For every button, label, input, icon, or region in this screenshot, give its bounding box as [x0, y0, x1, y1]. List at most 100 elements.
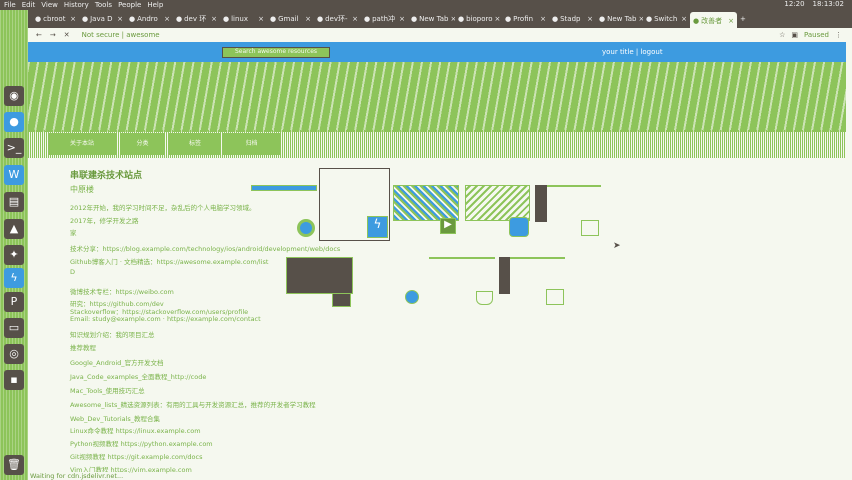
- launcher: ◉ ● >_ W ▤ ▲ ✦ ϟ P ▭ ◎ ▪ 🗑: [0, 10, 28, 480]
- nav-tags[interactable]: 标签: [169, 133, 221, 155]
- close-icon[interactable]: ×: [399, 15, 405, 23]
- close-icon[interactable]: ×: [164, 15, 170, 23]
- favicon-icon: ●: [35, 15, 42, 23]
- new-tab-button[interactable]: +: [737, 12, 751, 26]
- favicon-icon: ●: [270, 15, 277, 23]
- thumbnail[interactable]: [535, 185, 547, 222]
- address-bar: ← → ✕ Not secure | awesome ☆ ▣ Paused ⋮: [28, 28, 852, 42]
- user-links[interactable]: your title | logout: [602, 48, 663, 56]
- chrome-thumb-icon[interactable]: [405, 290, 419, 304]
- play-icon[interactable]: ▶: [440, 218, 456, 234]
- close-icon[interactable]: ×: [305, 15, 311, 23]
- extension-icon[interactable]: ▣: [791, 31, 798, 39]
- thumbnail[interactable]: [393, 185, 459, 221]
- content-line[interactable]: Linux命令教程 https://linux.example.com: [70, 425, 201, 435]
- tab-label: Switch: [654, 15, 678, 23]
- close-icon[interactable]: ×: [587, 15, 593, 23]
- content-line[interactable]: Java_Code_examples_全面教程_http://code: [70, 371, 206, 381]
- ubuntu-icon[interactable]: ◉: [4, 86, 24, 106]
- back-icon[interactable]: ←: [36, 31, 42, 39]
- thumbnail[interactable]: [429, 257, 495, 259]
- chrome-thumb-icon[interactable]: [297, 219, 315, 237]
- browser-tab[interactable]: ● dev环- ×: [314, 12, 361, 26]
- bookmark-star-icon[interactable]: ☆: [779, 31, 785, 39]
- disk-icon[interactable]: ▭: [4, 318, 24, 338]
- pycharm-icon[interactable]: ϟ: [4, 268, 24, 288]
- nav-about[interactable]: 关于本站: [48, 133, 116, 155]
- system-status[interactable]: 12:20: [784, 0, 804, 8]
- android-studio-icon[interactable]: ✦: [4, 245, 24, 265]
- browser-tab[interactable]: ● cbroot ×: [32, 12, 79, 26]
- terminal-icon[interactable]: [332, 293, 351, 307]
- thumbnail[interactable]: [465, 185, 530, 221]
- browser-tab[interactable]: ● Java D ×: [79, 12, 126, 26]
- thumbnail[interactable]: [251, 185, 317, 191]
- browser-tab[interactable]: ● Switch ×: [643, 12, 690, 26]
- url-field[interactable]: Not secure | awesome: [82, 31, 160, 39]
- tab-label: Profin: [513, 15, 534, 23]
- browser-tab[interactable]: ● linux ×: [220, 12, 267, 26]
- chrome-icon[interactable]: ●: [4, 112, 24, 132]
- menu-help[interactable]: Help: [147, 1, 163, 9]
- menu-people[interactable]: People: [118, 1, 141, 9]
- browser-tab[interactable]: ● New Tab ×: [408, 12, 455, 26]
- browser-tab[interactable]: ● dev 环 ×: [173, 12, 220, 26]
- article-subtitle: 中原楼: [70, 185, 94, 194]
- browser-tab[interactable]: ● bioporo ×: [455, 12, 502, 26]
- browser-tab[interactable]: ● New Tab ×: [596, 12, 643, 26]
- menu-view[interactable]: View: [41, 1, 58, 9]
- tab-label: Andro: [137, 15, 158, 23]
- tab-label: Gmail: [278, 15, 299, 23]
- pycharm-thumb-icon[interactable]: ϟ: [367, 216, 388, 238]
- close-icon[interactable]: ×: [495, 15, 501, 23]
- content-line[interactable]: 微博技术专栏：https://weibo.com: [70, 286, 174, 296]
- nav-archive[interactable]: 归档: [223, 133, 280, 155]
- browser-tab[interactable]: ● path冲 ×: [361, 12, 408, 26]
- menu-edit[interactable]: Edit: [22, 1, 36, 9]
- content-line[interactable]: 技术分享：https://blog.example.com/technology…: [70, 243, 340, 253]
- menu-file[interactable]: File: [4, 1, 16, 9]
- close-icon[interactable]: ×: [258, 15, 264, 23]
- close-icon[interactable]: ×: [728, 17, 734, 25]
- profile-button[interactable]: Paused: [804, 31, 829, 39]
- browser-tab[interactable]: ● Profin ×: [502, 12, 549, 26]
- close-icon[interactable]: ×: [540, 15, 546, 23]
- browser-tab[interactable]: ● Andro ×: [126, 12, 173, 26]
- terminal-icon[interactable]: >_: [4, 138, 24, 158]
- close-icon[interactable]: ×: [352, 15, 358, 23]
- close-icon[interactable]: ×: [211, 15, 217, 23]
- tab-label: New Tab: [419, 15, 449, 23]
- search-button[interactable]: Search awesome resources: [222, 47, 330, 58]
- browser-tab[interactable]: ● Gmail ×: [267, 12, 314, 26]
- java-cup-icon[interactable]: [476, 291, 493, 305]
- box-icon[interactable]: [509, 217, 529, 237]
- wps-icon[interactable]: W: [4, 165, 24, 185]
- tab-label: linux: [231, 15, 249, 23]
- image-icon[interactable]: ▲: [4, 219, 24, 239]
- browser-tab[interactable]: ● Stadp ×: [549, 12, 596, 26]
- content-line[interactable]: Python视频教程 https://python.example.com: [70, 438, 213, 448]
- window-icon[interactable]: [546, 289, 564, 305]
- menu-tools[interactable]: Tools: [95, 1, 112, 9]
- content-line[interactable]: Git视频教程 https://git.example.com/docs: [70, 451, 202, 461]
- clock[interactable]: 18:13:02: [813, 0, 844, 8]
- content-line[interactable]: Email: study@example.com · https://examp…: [70, 315, 261, 323]
- content-line[interactable]: Github博客入门 · 文档精选：https://awesome.exampl…: [70, 256, 268, 266]
- trash-icon[interactable]: 🗑: [4, 455, 24, 475]
- window-icon[interactable]: [581, 220, 599, 236]
- app-icon[interactable]: ▪: [4, 370, 24, 390]
- stop-icon[interactable]: ✕: [64, 31, 70, 39]
- menu-icon[interactable]: ⋮: [835, 31, 842, 39]
- forward-icon[interactable]: →: [50, 31, 56, 39]
- nav-categories[interactable]: 分类: [120, 133, 165, 155]
- app-icon[interactable]: ◎: [4, 344, 24, 364]
- presentation-icon[interactable]: P: [4, 292, 24, 312]
- terminal-thumbnail[interactable]: [286, 257, 353, 294]
- site-nav: 关于本站 分类 标签 归档: [28, 130, 846, 158]
- close-icon[interactable]: ×: [117, 15, 123, 23]
- close-icon[interactable]: ×: [70, 15, 76, 23]
- files-icon[interactable]: ▤: [4, 192, 24, 212]
- menu-history[interactable]: History: [64, 1, 89, 9]
- close-icon[interactable]: ×: [681, 15, 687, 23]
- thumbnail[interactable]: [499, 257, 510, 294]
